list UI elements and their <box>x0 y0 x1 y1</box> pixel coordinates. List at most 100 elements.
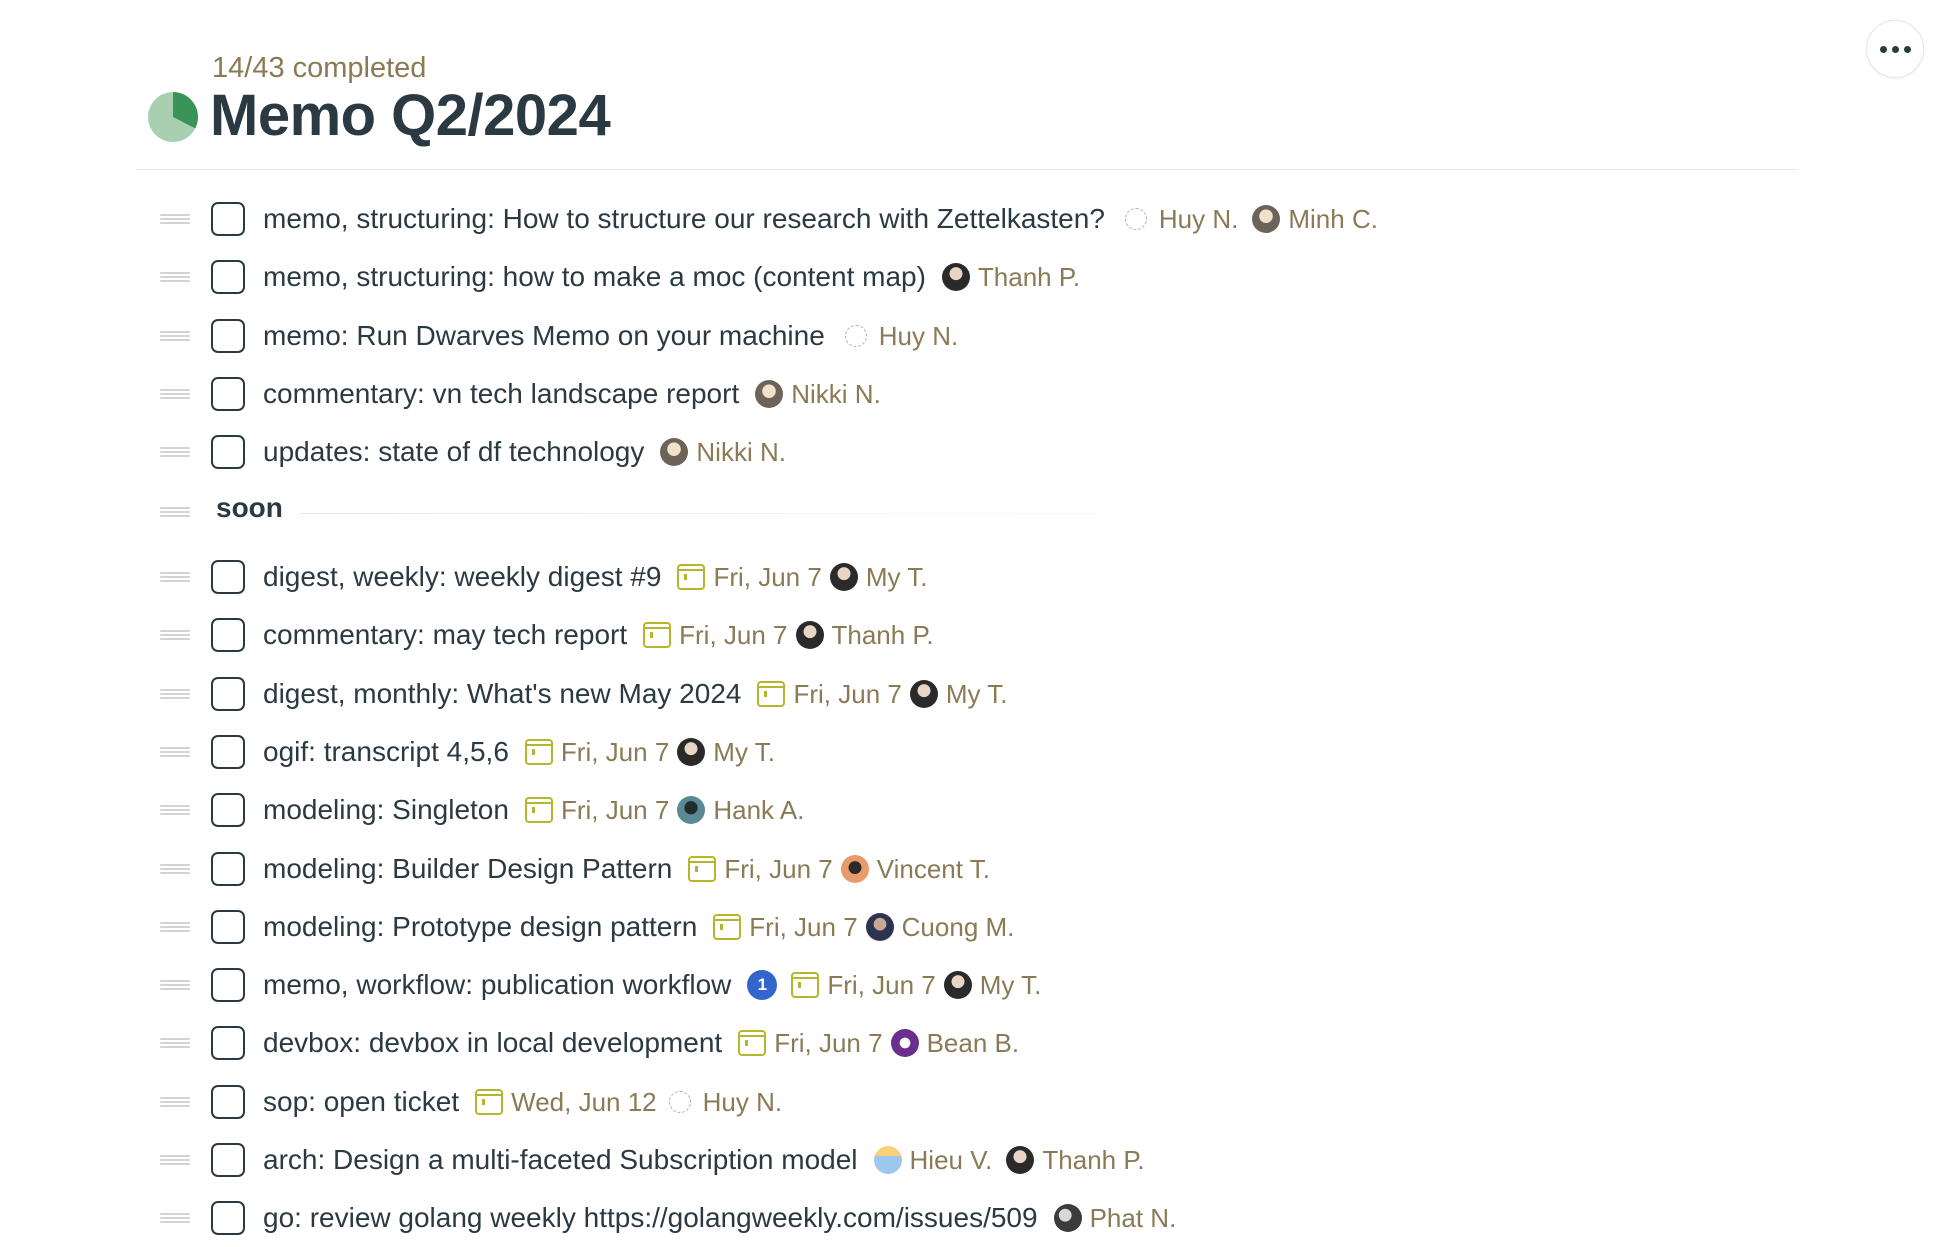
section-label[interactable]: soon <box>216 492 283 524</box>
task-title[interactable]: updates: state of df technology <box>263 436 644 468</box>
drag-handle-icon[interactable] <box>160 272 190 282</box>
task-meta: Wed, Jun 12 Huy N. <box>475 1087 796 1118</box>
assignee-name[interactable]: My T. <box>866 562 928 593</box>
assignee-name[interactable]: Phat N. <box>1090 1203 1177 1234</box>
drag-handle-icon[interactable] <box>160 1038 190 1048</box>
task-title[interactable]: go: review golang weekly https://golangw… <box>263 1202 1038 1234</box>
task-title[interactable]: memo: Run Dwarves Memo on your machine <box>263 320 825 352</box>
assignee-name[interactable]: Cuong M. <box>902 912 1015 943</box>
task-checkbox[interactable] <box>211 677 245 711</box>
task-meta: Nikki N. <box>660 437 800 468</box>
task-checkbox[interactable] <box>211 377 245 411</box>
due-date[interactable]: Fri, Jun 7 <box>679 620 787 651</box>
task-checkbox[interactable] <box>211 202 245 236</box>
task-checkbox[interactable] <box>211 735 245 769</box>
assignee-name[interactable]: My T. <box>713 737 775 768</box>
due-date[interactable]: Fri, Jun 7 <box>561 737 669 768</box>
task-title[interactable]: sop: open ticket <box>263 1086 459 1118</box>
user-placeholder-icon <box>668 1091 691 1113</box>
assignee-name[interactable]: Nikki N. <box>696 437 786 468</box>
drag-handle-icon[interactable] <box>160 507 190 517</box>
drag-handle-icon[interactable] <box>160 805 190 815</box>
avatar <box>795 621 824 649</box>
task-title[interactable]: devbox: devbox in local development <box>263 1027 722 1059</box>
drag-handle-icon[interactable] <box>160 747 190 757</box>
due-date[interactable]: Fri, Jun 7 <box>561 795 669 826</box>
task-checkbox[interactable] <box>211 1026 245 1060</box>
assignee-name[interactable]: Vincent T. <box>877 854 990 885</box>
due-date[interactable]: Fri, Jun 7 <box>793 679 901 710</box>
assignee-name[interactable]: My T. <box>980 970 1042 1001</box>
comment-count-badge[interactable]: 1 <box>747 970 778 1000</box>
drag-handle-icon[interactable] <box>160 864 190 874</box>
task-title[interactable]: digest, monthly: What's new May 2024 <box>263 678 741 710</box>
assignee-name[interactable]: Huy N. <box>879 321 958 352</box>
task-meta: Huy N. Minh C. <box>1121 204 1392 235</box>
drag-handle-icon[interactable] <box>160 1213 190 1223</box>
task-title[interactable]: modeling: Singleton <box>263 794 509 826</box>
task-checkbox[interactable] <box>211 260 245 294</box>
task-title[interactable]: ogif: transcript 4,5,6 <box>263 736 509 768</box>
due-date[interactable]: Fri, Jun 7 <box>724 854 832 885</box>
drag-handle-icon[interactable] <box>160 630 190 640</box>
task-title[interactable]: modeling: Builder Design Pattern <box>263 853 672 885</box>
task-title[interactable]: modeling: Prototype design pattern <box>263 911 697 943</box>
task-row: commentary: may tech report Fri, Jun 7 Tha… <box>0 606 1934 664</box>
assignee-name[interactable]: My T. <box>946 679 1008 710</box>
assignee-name[interactable]: Huy N. <box>703 1087 782 1118</box>
task-checkbox[interactable] <box>211 435 245 469</box>
drag-handle-icon[interactable] <box>160 980 190 990</box>
task-checkbox[interactable] <box>211 1201 245 1235</box>
task-checkbox[interactable] <box>211 560 245 594</box>
drag-handle-icon[interactable] <box>160 447 190 457</box>
calendar-icon <box>688 856 717 882</box>
task-title[interactable]: digest, weekly: weekly digest #9 <box>263 561 661 593</box>
drag-handle-icon[interactable] <box>160 1097 190 1107</box>
due-date[interactable]: Fri, Jun 7 <box>774 1028 882 1059</box>
task-title[interactable]: commentary: may tech report <box>263 619 627 651</box>
calendar-icon <box>524 797 553 823</box>
task-row: modeling: Builder Design Pattern Fri, Jun… <box>0 840 1934 898</box>
task-checkbox[interactable] <box>211 910 245 944</box>
calendar-icon <box>677 564 706 590</box>
task-title[interactable]: memo, structuring: how to make a moc (co… <box>263 261 926 293</box>
user-placeholder-icon <box>844 325 867 347</box>
assignee-name[interactable]: Hieu V. <box>910 1145 993 1176</box>
due-date[interactable]: Fri, Jun 7 <box>827 970 935 1001</box>
drag-handle-icon[interactable] <box>160 1155 190 1165</box>
task-checkbox[interactable] <box>211 618 245 652</box>
task-title[interactable]: memo, structuring: How to structure our … <box>263 203 1105 235</box>
calendar-icon <box>713 914 742 940</box>
due-date[interactable]: Fri, Jun 7 <box>713 562 821 593</box>
drag-handle-icon[interactable] <box>160 922 190 932</box>
assignee-name[interactable]: Thanh P. <box>978 262 1080 293</box>
drag-handle-icon[interactable] <box>160 214 190 224</box>
task-checkbox[interactable] <box>211 968 245 1002</box>
task-row: memo, structuring: How to structure our … <box>0 190 1934 248</box>
drag-handle-icon[interactable] <box>160 572 190 582</box>
task-checkbox[interactable] <box>211 1085 245 1119</box>
avatar <box>1053 1204 1082 1232</box>
due-date[interactable]: Fri, Jun 7 <box>749 912 857 943</box>
task-title[interactable]: arch: Design a multi-faceted Subscriptio… <box>263 1144 858 1176</box>
task-title[interactable]: commentary: vn tech landscape report <box>263 378 739 410</box>
assignee-name[interactable]: Hank A. <box>713 795 804 826</box>
due-date[interactable]: Wed, Jun 12 <box>511 1087 657 1118</box>
task-checkbox[interactable] <box>211 793 245 827</box>
drag-handle-icon[interactable] <box>160 389 190 399</box>
assignee-name[interactable]: Huy N. <box>1159 204 1238 235</box>
drag-handle-icon[interactable] <box>160 689 190 699</box>
task-content: memo, structuring: how to make a moc (co… <box>263 248 1094 306</box>
task-row: ogif: transcript 4,5,6 Fri, Jun 7 My T. <box>0 723 1934 781</box>
assignee-name[interactable]: Bean B. <box>927 1028 1020 1059</box>
task-checkbox[interactable] <box>211 1143 245 1177</box>
task-checkbox[interactable] <box>211 319 245 353</box>
assignee-name[interactable]: Minh C. <box>1288 204 1378 235</box>
task-title[interactable]: memo, workflow: publication workflow <box>263 969 731 1001</box>
assignee-name[interactable]: Nikki N. <box>791 379 881 410</box>
task-checkbox[interactable] <box>211 852 245 886</box>
drag-handle-icon[interactable] <box>160 331 190 341</box>
assignee-name[interactable]: Thanh P. <box>832 620 934 651</box>
assignee-name[interactable]: Thanh P. <box>1042 1145 1144 1176</box>
more-options-button[interactable] <box>1866 20 1924 78</box>
